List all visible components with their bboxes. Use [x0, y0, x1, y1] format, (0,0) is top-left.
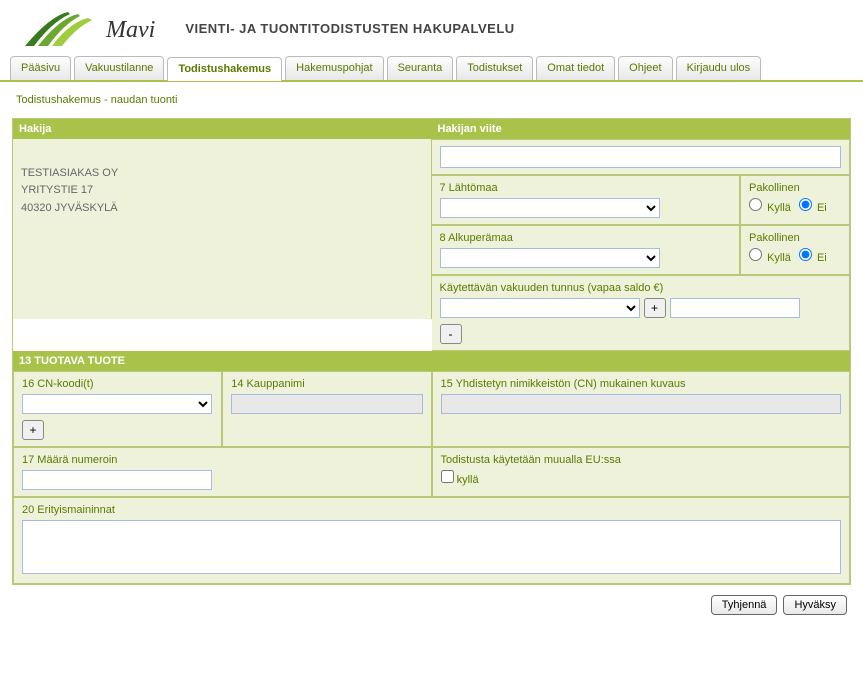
vakuus-select[interactable] [440, 298, 640, 318]
vakuus-remove-button[interactable]: - [440, 324, 462, 344]
section-hakijan-viite-title: Hakijan viite [432, 119, 851, 139]
breadcrumb: Todistushakemus - naudan tuonti [12, 94, 851, 106]
alkuperamaa-pakollinen-label: Pakollinen [749, 232, 841, 244]
alkuperamaa-select[interactable] [440, 248, 660, 268]
lahtomaa-pakollinen-label: Pakollinen [749, 182, 841, 194]
maara-input[interactable] [22, 470, 212, 490]
erityis-textarea[interactable] [22, 520, 841, 574]
applicant-name: TESTIASIAKAS OY [21, 165, 423, 183]
kuvaus-input [441, 394, 842, 414]
kauppanimi-label: 14 Kauppanimi [231, 378, 422, 390]
hakijan-viite-input[interactable] [440, 146, 842, 168]
applicant-street: YRITYSTIE 17 [21, 182, 423, 200]
tab-todistushakemus[interactable]: Todistushakemus [167, 57, 282, 81]
eu-use-checkbox[interactable]: kyllä [441, 474, 479, 486]
site-title: VIENTI- JA TUONTITODISTUSTEN HAKUPALVELU [185, 21, 514, 36]
tyhjenna-button[interactable]: Tyhjennä [711, 595, 778, 615]
vakuus-label: Käytettävän vakuuden tunnus (vapaa saldo… [440, 282, 842, 294]
kauppanimi-input [231, 394, 422, 414]
tab-seuranta[interactable]: Seuranta [387, 56, 454, 80]
lahtomaa-ei-radio[interactable]: Ei [799, 198, 827, 214]
tab-vakuustilanne[interactable]: Vakuustilanne [74, 56, 164, 80]
logo-mark-icon [20, 8, 100, 48]
applicant-info: TESTIASIAKAS OY YRITYSTIE 17 40320 JYVÄS… [13, 139, 432, 319]
lahtomaa-select[interactable] [440, 198, 660, 218]
tab-bar: Pääsivu Vakuustilanne Todistushakemus Ha… [0, 56, 863, 82]
vakuus-amount-input[interactable] [670, 298, 800, 318]
vakuus-add-button[interactable]: + [644, 298, 666, 318]
application-form: Hakija TESTIASIAKAS OY YRITYSTIE 17 4032… [12, 118, 851, 585]
kuvaus-label: 15 Yhdistetyn nimikkeistön (CN) mukainen… [441, 378, 842, 390]
tab-paasivu[interactable]: Pääsivu [10, 56, 71, 80]
section-hakija-title: Hakija [13, 119, 432, 139]
alkuperamaa-kylla-radio[interactable]: Kyllä [749, 248, 791, 264]
brand-name: Mavi [106, 17, 155, 44]
tab-kirjaudu-ulos[interactable]: Kirjaudu ulos [676, 56, 762, 80]
lahtomaa-kylla-radio[interactable]: Kyllä [749, 198, 791, 214]
eu-use-label: Todistusta käytetään muualla EU:ssa [441, 454, 842, 466]
lahtomaa-label: 7 Lähtömaa [440, 182, 732, 194]
tab-hakemuspohjat[interactable]: Hakemuspohjat [285, 56, 383, 80]
logo: Mavi [20, 8, 155, 48]
cn-koodi-label: 16 CN-koodi(t) [22, 378, 213, 390]
applicant-postal: 40320 JYVÄSKYLÄ [21, 200, 423, 218]
section-tuotava-tuote-title: 13 TUOTAVA TUOTE [13, 351, 850, 371]
erityis-label: 20 Erityismaininnat [22, 504, 841, 516]
alkuperamaa-label: 8 Alkuperämaa [440, 232, 732, 244]
alkuperamaa-ei-radio[interactable]: Ei [799, 248, 827, 264]
tab-omat-tiedot[interactable]: Omat tiedot [536, 56, 615, 80]
cn-koodi-select[interactable] [22, 394, 212, 414]
tab-ohjeet[interactable]: Ohjeet [618, 56, 672, 80]
tab-todistukset[interactable]: Todistukset [456, 56, 533, 80]
header: Mavi VIENTI- JA TUONTITODISTUSTEN HAKUPA… [0, 0, 863, 56]
hyvaksy-button[interactable]: Hyväksy [783, 595, 847, 615]
cn-koodi-add-button[interactable]: + [22, 420, 44, 440]
maara-label: 17 Määrä numeroin [22, 454, 423, 466]
